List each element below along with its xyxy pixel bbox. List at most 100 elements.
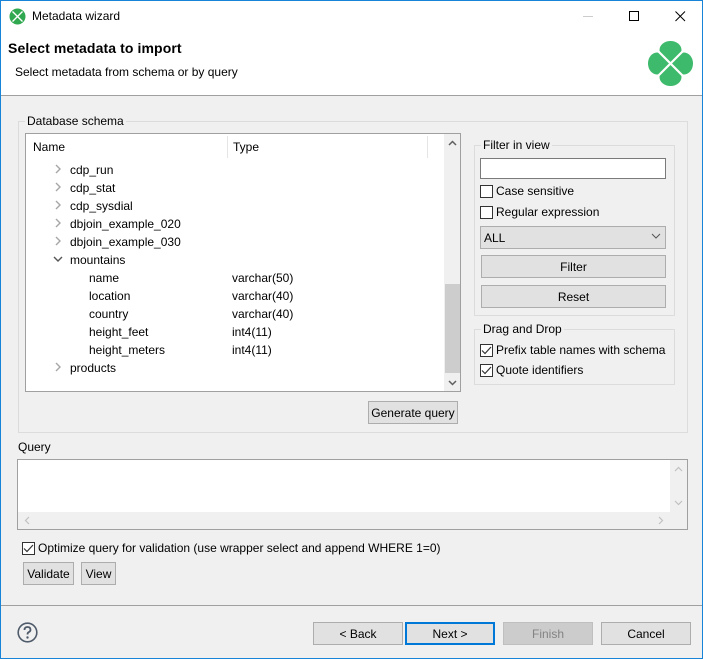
tree-row-name: name bbox=[89, 271, 120, 285]
regular-expression-label: Regular expression bbox=[496, 205, 600, 219]
clover-icon bbox=[9, 8, 26, 25]
tree-row[interactable]: name varchar(50) bbox=[26, 269, 444, 287]
case-sensitive-label: Case sensitive bbox=[496, 184, 575, 198]
tree-row-name: dbjoin_example_030 bbox=[70, 235, 181, 249]
checkmark-icon bbox=[23, 544, 34, 552]
query-vertical-scrollbar[interactable] bbox=[670, 460, 687, 512]
tree-row-type: int4(11) bbox=[232, 343, 272, 357]
tree-row[interactable]: mountains bbox=[26, 251, 444, 269]
scroll-up-button[interactable] bbox=[444, 134, 460, 151]
tree-row-type: varchar(40) bbox=[232, 289, 294, 303]
wizard-header: Select metadata to import Select metadat… bbox=[1, 32, 702, 96]
query-horizontal-scrollbar[interactable] bbox=[18, 512, 687, 529]
tree-row-name: cdp_sysdial bbox=[70, 199, 133, 213]
tree-row-type: varchar(40) bbox=[232, 307, 294, 321]
tree-row[interactable]: height_feet int4(11) bbox=[26, 323, 444, 341]
next-button[interactable]: Next > bbox=[405, 622, 495, 645]
tree-row[interactable]: cdp_run bbox=[26, 161, 444, 179]
minimize-button[interactable] bbox=[565, 1, 611, 32]
tree-row[interactable]: location varchar(40) bbox=[26, 287, 444, 305]
view-button[interactable]: View bbox=[81, 562, 116, 585]
chevron-right-icon[interactable] bbox=[52, 162, 64, 176]
metadata-wizard-window: Metadata wizard Select metadata to impor… bbox=[0, 0, 703, 659]
filter-in-view-label: Filter in view bbox=[481, 138, 552, 152]
database-schema-label: Database schema bbox=[25, 114, 126, 128]
window-title: Metadata wizard bbox=[32, 9, 121, 23]
optimize-query-checkbox[interactable]: Optimize query for validation (use wrapp… bbox=[22, 540, 441, 556]
tree-row[interactable]: dbjoin_example_030 bbox=[26, 233, 444, 251]
tree-row[interactable]: products bbox=[26, 359, 444, 377]
chevron-down-icon bbox=[448, 379, 457, 386]
tree-row[interactable]: dbjoin_example_020 bbox=[26, 215, 444, 233]
close-button[interactable] bbox=[657, 1, 703, 32]
regular-expression-checkbox[interactable]: Regular expression bbox=[480, 204, 599, 220]
optimize-query-label: Optimize query for validation (use wrapp… bbox=[38, 541, 441, 555]
tree-row-name: products bbox=[70, 361, 117, 375]
tree-row[interactable]: country varchar(40) bbox=[26, 305, 444, 323]
chevron-right-icon[interactable] bbox=[52, 234, 64, 248]
minimize-icon bbox=[582, 15, 593, 17]
scroll-down-button[interactable] bbox=[444, 374, 460, 391]
chevron-down-icon[interactable] bbox=[52, 252, 64, 266]
maximize-icon bbox=[628, 11, 639, 21]
scrollbar-thumb[interactable] bbox=[445, 284, 460, 373]
checkbox-box[interactable] bbox=[480, 363, 493, 377]
checkbox-box[interactable] bbox=[480, 205, 493, 219]
prefix-schema-label: Prefix table names with schema bbox=[496, 343, 666, 357]
tree-row-type: int4(11) bbox=[232, 325, 272, 339]
tree-header: Name Type bbox=[26, 134, 444, 158]
tree-row[interactable]: cdp_sysdial bbox=[26, 197, 444, 215]
tree-row-name: height_feet bbox=[89, 325, 149, 339]
chevron-down-icon bbox=[674, 500, 683, 506]
validate-button[interactable]: Validate bbox=[23, 562, 74, 585]
query-textarea[interactable] bbox=[17, 459, 688, 530]
filter-scope-value: ALL bbox=[484, 230, 506, 245]
reset-button[interactable]: Reset bbox=[481, 285, 666, 308]
tree-row[interactable]: cdp_stat bbox=[26, 179, 444, 197]
prefix-schema-checkbox[interactable]: Prefix table names with schema bbox=[480, 342, 665, 358]
filter-input[interactable] bbox=[480, 158, 666, 179]
checkbox-box[interactable] bbox=[480, 343, 493, 357]
chevron-right-icon[interactable] bbox=[52, 198, 64, 212]
chevron-left-icon bbox=[24, 516, 30, 525]
case-sensitive-checkbox[interactable]: Case sensitive bbox=[480, 183, 574, 199]
schema-tree[interactable]: Name Type cdp_run cdp_stat cdp_sysdialdbjo… bbox=[25, 133, 461, 392]
help-icon[interactable] bbox=[17, 622, 38, 643]
clover-logo-icon bbox=[648, 41, 693, 86]
tree-row-name: location bbox=[89, 289, 131, 303]
generate-query-button[interactable]: Generate query bbox=[368, 401, 458, 424]
page-title: Select metadata to import bbox=[8, 40, 182, 56]
tree-row-name: cdp_run bbox=[70, 163, 114, 177]
column-separator[interactable] bbox=[227, 136, 228, 158]
quote-identifiers-label: Quote identifiers bbox=[496, 363, 584, 377]
chevron-right-icon[interactable] bbox=[52, 360, 64, 374]
title-bar: Metadata wizard bbox=[1, 1, 702, 32]
query-label: Query bbox=[18, 440, 51, 454]
checkbox-box[interactable] bbox=[22, 541, 35, 555]
maximize-button[interactable] bbox=[611, 1, 657, 32]
chevron-up-icon bbox=[448, 139, 457, 146]
quote-identifiers-checkbox[interactable]: Quote identifiers bbox=[480, 362, 583, 378]
tree-row-name: cdp_stat bbox=[70, 181, 116, 195]
finish-button[interactable]: Finish bbox=[503, 622, 593, 645]
column-header-type[interactable]: Type bbox=[233, 140, 259, 154]
close-icon bbox=[674, 11, 685, 22]
back-button[interactable]: < Back bbox=[313, 622, 403, 645]
checkmark-icon bbox=[481, 346, 492, 354]
column-header-name[interactable]: Name bbox=[33, 140, 65, 154]
filter-scope-select[interactable]: ALL bbox=[480, 226, 666, 249]
chevron-right-icon bbox=[658, 516, 664, 525]
footer-divider bbox=[1, 605, 702, 606]
tree-row-name: country bbox=[89, 307, 129, 321]
cancel-button[interactable]: Cancel bbox=[601, 622, 691, 645]
tree-vertical-scrollbar[interactable] bbox=[444, 134, 460, 391]
checkmark-icon bbox=[481, 366, 492, 374]
chevron-right-icon[interactable] bbox=[52, 180, 64, 194]
filter-button[interactable]: Filter bbox=[481, 255, 666, 278]
column-separator[interactable] bbox=[427, 136, 428, 158]
tree-row-name: height_meters bbox=[89, 343, 166, 357]
chevron-right-icon[interactable] bbox=[52, 216, 64, 230]
chevron-up-icon bbox=[674, 466, 683, 472]
tree-row[interactable]: height_meters int4(11) bbox=[26, 341, 444, 359]
checkbox-box[interactable] bbox=[480, 184, 493, 198]
